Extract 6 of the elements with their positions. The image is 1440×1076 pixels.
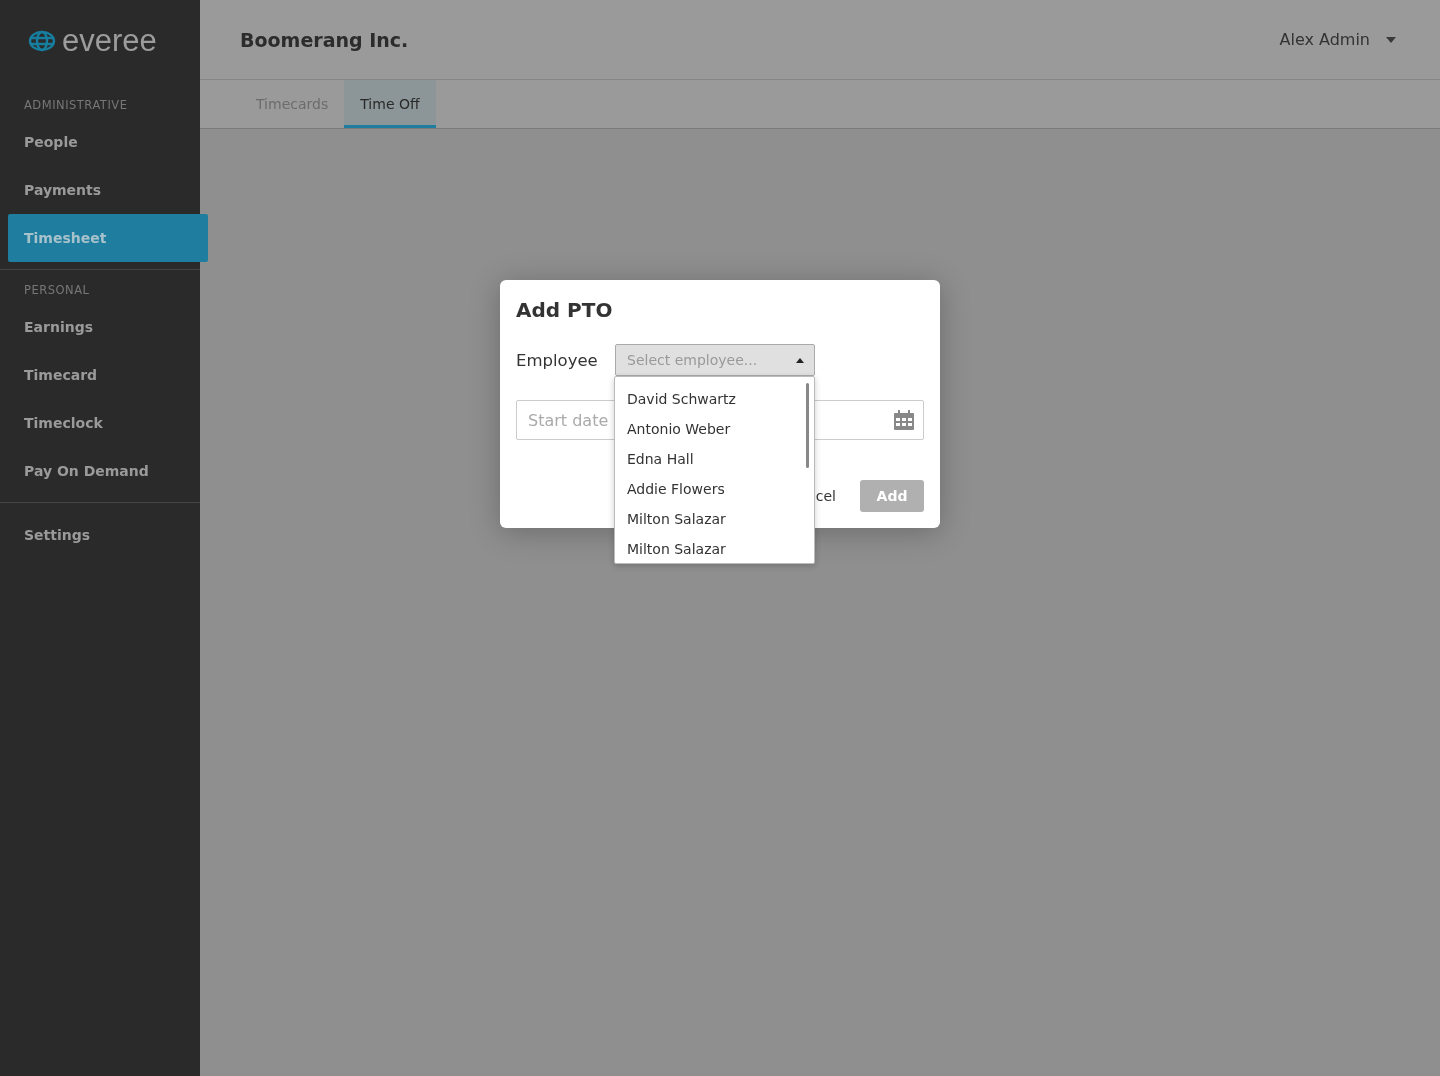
section-heading: ADMINISTRATIVE	[23, 97, 129, 114]
company-name: Boomerang Inc.	[240, 28, 409, 51]
employee-label: Employee	[516, 350, 599, 370]
logo-text: everee	[62, 27, 157, 55]
section-heading: PERSONAL	[23, 282, 91, 299]
dialog-title: Add PTO	[516, 297, 614, 324]
